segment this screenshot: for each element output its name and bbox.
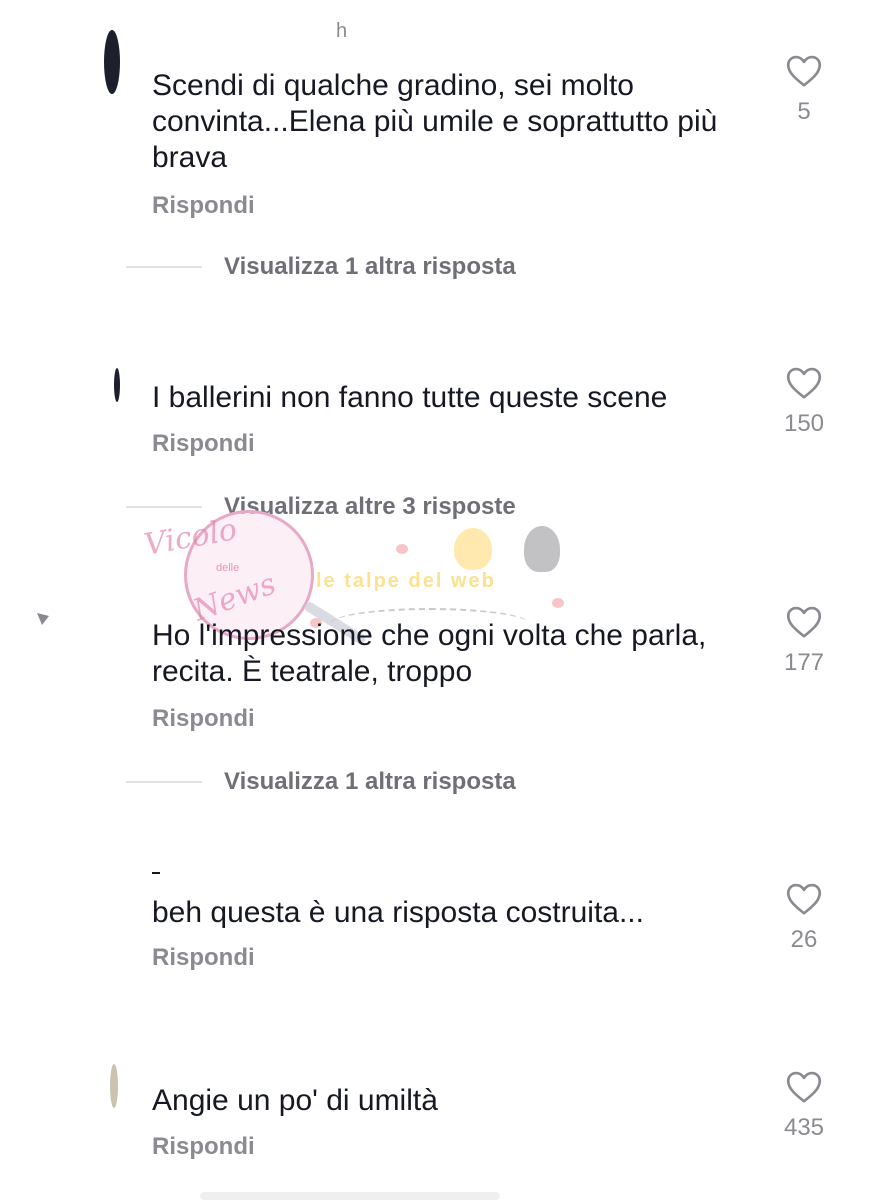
- reply-button[interactable]: Rispondi: [152, 430, 255, 458]
- heart-outline-icon: [786, 55, 822, 87]
- view-replies-button[interactable]: Visualizza 1 altra risposta: [126, 253, 516, 281]
- view-replies-label: Visualizza altre 3 risposte: [224, 493, 516, 520]
- comment-text: I ballerini non fanno tutte queste scene: [152, 381, 668, 414]
- like-count: 177: [783, 649, 825, 676]
- avatar[interactable]: [110, 1064, 118, 1108]
- comment-text: beh questa è una risposta costruita...: [152, 896, 644, 929]
- view-replies-button[interactable]: Visualizza 1 altra risposta: [126, 768, 516, 796]
- heart-outline-icon: [786, 606, 822, 638]
- watermark-brand-small: delle: [216, 562, 240, 574]
- view-replies-label: Visualizza 1 altra risposta: [224, 253, 516, 280]
- like-button[interactable]: 435: [770, 1070, 838, 1142]
- reply-button[interactable]: Rispondi: [152, 944, 255, 972]
- like-count: 26: [790, 926, 818, 953]
- comment-username[interactable]: h: [336, 20, 348, 43]
- reply-button[interactable]: Rispondi: [152, 1133, 255, 1161]
- view-replies-label: Visualizza 1 altra risposta: [224, 768, 516, 795]
- reply-button[interactable]: Rispondi: [152, 705, 255, 733]
- like-count: 5: [797, 98, 811, 125]
- next-comment-peek: [200, 1192, 500, 1200]
- view-replies-button[interactable]: Visualizza altre 3 risposte: [126, 493, 516, 521]
- heart-outline-icon: [786, 1071, 822, 1103]
- avatar[interactable]: [104, 30, 120, 94]
- like-button[interactable]: 26: [770, 882, 838, 954]
- cartoon-face-icon: [454, 528, 492, 570]
- username-fragment: [152, 872, 160, 874]
- divider-line: [126, 781, 202, 783]
- like-count: 435: [783, 1114, 825, 1141]
- heart-outline-icon: [786, 367, 822, 399]
- paw-icon: [396, 544, 408, 554]
- divider-line: [126, 506, 202, 508]
- avatar[interactable]: [114, 368, 120, 402]
- comment-text: Ho l'impressione che ogni volta che parl…: [152, 619, 707, 688]
- divider-line: [126, 266, 202, 268]
- comment-text: Scendi di qualche gradino, sei molto con…: [152, 69, 718, 174]
- reply-button[interactable]: Rispondi: [152, 192, 255, 220]
- like-button[interactable]: 5: [770, 54, 838, 126]
- paw-icon: [552, 598, 564, 608]
- like-button[interactable]: 150: [770, 366, 838, 438]
- cartoon-face-icon: [524, 526, 560, 572]
- heart-outline-icon: [786, 883, 822, 915]
- like-button[interactable]: 177: [770, 605, 838, 677]
- comment-text: Angie un po' di umiltà: [152, 1084, 438, 1117]
- avatar-edge-icon[interactable]: [36, 612, 50, 626]
- watermark-banner: le talpe del web: [316, 570, 496, 592]
- like-count: 150: [783, 410, 825, 437]
